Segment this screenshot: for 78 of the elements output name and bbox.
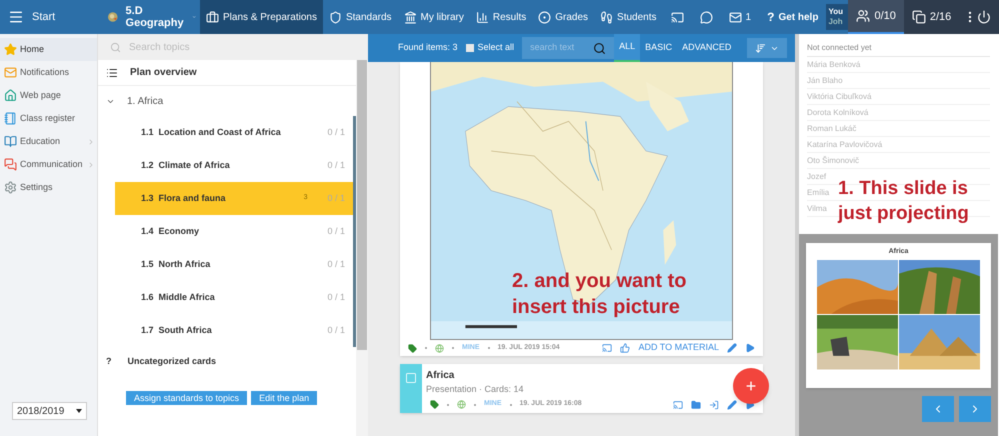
power-icon[interactable] — [977, 10, 992, 24]
caret-icon — [76, 409, 82, 413]
bar-chart-icon — [476, 10, 489, 24]
card-title: Africa — [425, 369, 456, 383]
messages-button[interactable]: 1 — [720, 0, 760, 34]
sidebar-item[interactable]: Education — [0, 130, 97, 153]
cast-icon[interactable] — [673, 400, 683, 410]
class-selector[interactable]: 5.D Geography — [104, 0, 200, 34]
chevron-icon — [87, 160, 95, 168]
sidebar-item[interactable]: Communication — [0, 153, 97, 176]
nav-tab[interactable]: My library — [398, 0, 470, 34]
tag-icon — [430, 400, 439, 409]
search-icon — [110, 42, 121, 52]
found-items-label: Found items: 3 — [398, 41, 458, 54]
thumbs-up-icon[interactable] — [620, 343, 630, 353]
plan-title: Plan overview — [130, 66, 197, 80]
chat-icon[interactable] — [700, 10, 713, 24]
card-subtitle: Presentation · Cards: 14 — [425, 383, 525, 396]
copy-icon — [912, 10, 926, 24]
user-badge[interactable]: You Joh — [826, 4, 848, 30]
plan-button[interactable]: Assign standards to topics — [126, 391, 248, 405]
filter-tab[interactable]: ALL — [614, 34, 640, 62]
nav-tab[interactable]: Standards — [322, 0, 398, 34]
tag-icon — [408, 344, 417, 352]
settings-icon — [4, 181, 17, 194]
section-heading: Not connected yet — [807, 42, 990, 57]
insert-icon[interactable] — [709, 400, 719, 410]
folder-icon[interactable] — [691, 400, 701, 410]
menu-icon — [8, 9, 24, 25]
checkbox-icon[interactable] — [405, 372, 417, 384]
add-to-material-link[interactable]: ADD TO MATERIAL — [638, 341, 719, 355]
star-icon — [4, 43, 17, 56]
cast-icon[interactable] — [602, 343, 612, 353]
filter-tab[interactable]: ADVANCED — [677, 34, 736, 62]
shield-icon — [328, 10, 342, 24]
year-select[interactable]: 2018/2019 — [12, 402, 88, 420]
chat-icon — [4, 158, 17, 171]
nav-tab[interactable]: Students — [594, 0, 663, 34]
sort-button[interactable] — [747, 38, 787, 58]
book-icon — [4, 135, 17, 148]
edit-icon[interactable] — [727, 343, 737, 353]
globe-icon — [457, 400, 466, 409]
library-icon — [404, 10, 417, 24]
panel-tab[interactable]: 2/16 — [904, 0, 960, 34]
start-menu-button[interactable]: Start — [0, 0, 104, 34]
edit-icon[interactable] — [727, 400, 737, 410]
select-all-label[interactable]: Select all — [478, 41, 514, 55]
mail-icon — [728, 10, 742, 24]
sidebar-item[interactable]: Notifications — [0, 61, 97, 84]
sidebar-item[interactable]: Settings — [0, 176, 97, 199]
mail-icon — [4, 66, 17, 79]
plan-button[interactable]: Edit the plan — [251, 391, 318, 405]
users-icon — [856, 9, 870, 23]
footprints-icon — [600, 10, 614, 24]
panel-tab[interactable]: 0/10 — [848, 0, 904, 34]
globe-icon — [435, 344, 444, 352]
sort-icon — [755, 42, 766, 54]
nav-tab[interactable]: Results — [470, 0, 532, 34]
nav-tab[interactable]: Grades — [532, 0, 594, 34]
annotation-text: 2. and you want to insert this picture — [512, 269, 688, 320]
filter-tab[interactable]: BASIC — [640, 34, 678, 62]
home-icon — [4, 89, 17, 102]
annotation-text: 1. This slide is just projecting — [838, 177, 970, 226]
notebook-icon — [4, 112, 17, 125]
select-all-checkbox[interactable] — [466, 44, 474, 52]
question-mark: ? — [106, 355, 112, 368]
chevron-icon — [87, 138, 95, 146]
topic-row[interactable]: 1. Africa — [98, 86, 356, 116]
play-icon[interactable] — [745, 343, 755, 353]
sidebar-item[interactable]: Web page — [0, 84, 97, 107]
scrollbar-thumb[interactable] — [357, 60, 367, 350]
sidebar-item[interactable]: Home — [0, 38, 97, 61]
nav-tab[interactable]: Plans & Preparations — [200, 0, 323, 34]
sidebar-item[interactable]: Class register — [0, 107, 97, 130]
help-button[interactable]: ? Get help — [759, 0, 826, 34]
briefcase-icon — [206, 10, 219, 24]
uncategorized-label[interactable]: Uncategorized cards — [128, 355, 216, 369]
search-icon — [593, 42, 606, 54]
